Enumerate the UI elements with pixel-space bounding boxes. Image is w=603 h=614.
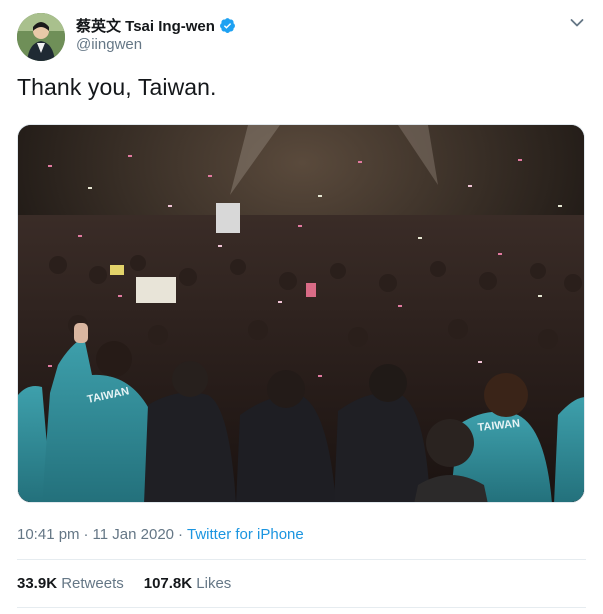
- tweet-stats: 33.9K Retweets 107.8K Likes: [17, 575, 251, 592]
- verified-badge-icon: [219, 17, 236, 34]
- chevron-down-icon[interactable]: [568, 14, 586, 32]
- tweet-text: Thank you, Taiwan.: [17, 74, 217, 100]
- author-avatar[interactable]: [17, 13, 65, 61]
- divider: [17, 607, 586, 608]
- tweet-date[interactable]: 11 Jan 2020: [93, 526, 174, 543]
- divider: [17, 559, 586, 560]
- meta-separator: ·: [178, 526, 184, 543]
- tweet-time[interactable]: 10:41 pm: [17, 526, 80, 543]
- author-display-name[interactable]: 蔡英文 Tsai Ing-wen: [76, 15, 215, 36]
- retweets-count: 33.9K: [17, 575, 58, 592]
- meta-separator: ·: [83, 526, 89, 543]
- author-name-row[interactable]: 蔡英文 Tsai Ing-wen: [76, 15, 236, 35]
- likes-count: 107.8K: [143, 575, 193, 592]
- tweet-photo[interactable]: TAIWAN TAIWAN: [17, 124, 585, 503]
- likes-stat[interactable]: 107.8K Likes: [144, 575, 232, 592]
- tweet-card: 蔡英文 Tsai Ing-wen @iingwen Thank you, Tai…: [0, 0, 603, 614]
- author-handle[interactable]: @iingwen: [76, 36, 142, 53]
- retweets-stat[interactable]: 33.9K Retweets: [17, 575, 124, 592]
- tweet-source-link[interactable]: Twitter for iPhone: [187, 526, 304, 543]
- tweet-metadata: 10:41 pm · 11 Jan 2020 · Twitter for iPh…: [17, 526, 304, 543]
- likes-label: Likes: [196, 575, 232, 592]
- retweets-label: Retweets: [61, 575, 124, 592]
